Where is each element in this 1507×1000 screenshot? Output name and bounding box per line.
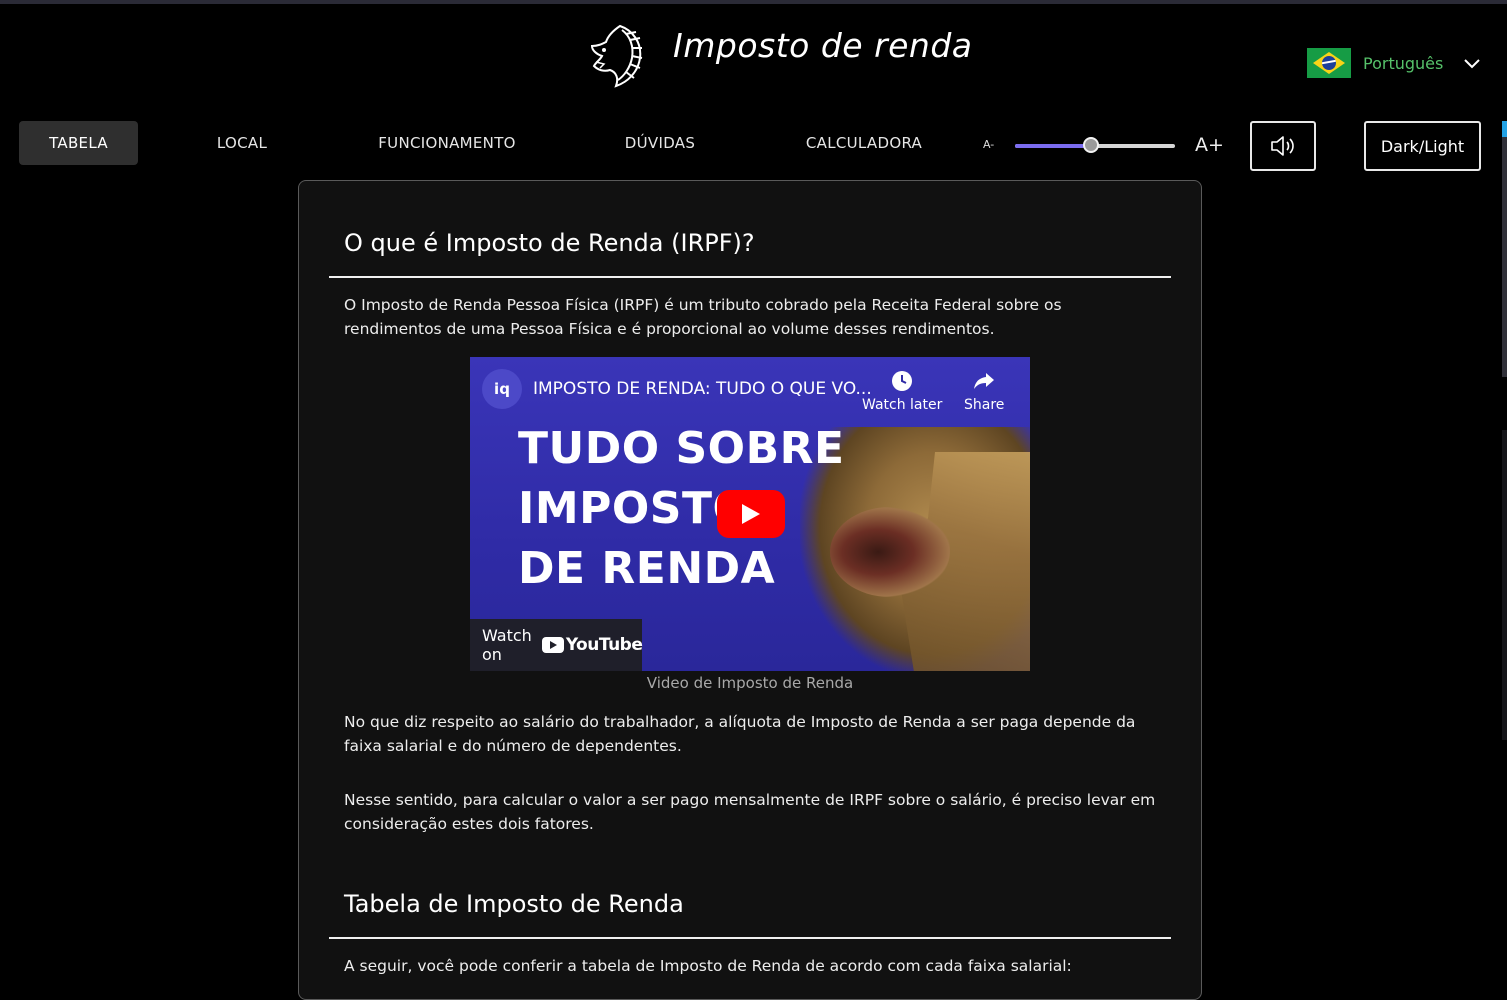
lion-icon <box>590 24 643 88</box>
youtube-video-embed[interactable]: iq IMPOSTO DE RENDA: TUDO O QUE VO... Wa… <box>470 357 1030 671</box>
audio-button[interactable] <box>1250 121 1316 171</box>
nav-tab-funcionamento[interactable]: FUNCIONAMENTO <box>360 121 534 165</box>
channel-avatar[interactable]: iq <box>482 369 522 409</box>
section-divider-2 <box>329 937 1171 939</box>
site-title: Imposto de renda <box>673 26 973 65</box>
youtube-label: YouTube <box>565 635 643 655</box>
scrollbar-track-lower <box>1502 430 1507 740</box>
watch-on-label: Watch on <box>482 626 532 664</box>
section-title-tabela: Tabela de Imposto de Renda <box>344 890 684 918</box>
site-header: Imposto de renda Português <box>0 4 1507 104</box>
font-decrease-label: A- <box>983 138 995 151</box>
section-title-irpf: O que é Imposto de Renda (IRPF)? <box>344 229 755 257</box>
watch-later-button[interactable]: Watch later <box>862 369 942 413</box>
share-icon <box>974 373 995 389</box>
share-label: Share <box>964 397 1005 413</box>
watch-on-youtube-button[interactable]: Watch on YouTube <box>470 619 643 671</box>
watch-later-label: Watch later <box>862 397 943 413</box>
youtube-logo-icon: YouTube <box>541 635 643 655</box>
play-button[interactable] <box>717 490 785 538</box>
thumbnail-text-line2: IMPOSTO <box>518 483 751 534</box>
theme-toggle-button[interactable]: Dark/Light <box>1364 121 1481 171</box>
share-button[interactable]: Share <box>964 369 1004 413</box>
main-navbar: TABELA LOCAL FUNCIONAMENTO DÚVIDAS CALCU… <box>0 121 1507 171</box>
nav-tab-calculadora[interactable]: CALCULADORA <box>790 121 938 165</box>
intro-paragraph: O Imposto de Renda Pessoa Física (IRPF) … <box>344 296 1062 338</box>
thumbnail-text-line1: TUDO SOBRE <box>518 423 845 474</box>
calculation-paragraph: Nesse sentido, para calcular o valor a s… <box>344 791 1156 833</box>
nav-tab-tabela[interactable]: TABELA <box>19 121 138 165</box>
language-selector[interactable]: Português <box>1307 48 1481 78</box>
play-icon <box>742 504 760 524</box>
clock-icon <box>892 371 913 391</box>
table-intro-paragraph: A seguir, você pode conferir a tabela de… <box>344 957 1072 975</box>
speaker-icon <box>1271 136 1294 156</box>
nav-tab-duvidas[interactable]: DÚVIDAS <box>610 121 710 165</box>
font-increase-label: A+ <box>1195 134 1224 156</box>
scrollbar-marker <box>1502 121 1507 137</box>
brazil-flag-icon <box>1307 48 1351 78</box>
salary-paragraph: No que diz respeito ao salário do trabal… <box>344 713 1136 755</box>
video-title[interactable]: IMPOSTO DE RENDA: TUDO O QUE VO... <box>533 379 872 399</box>
chevron-down-icon <box>1464 59 1481 69</box>
font-size-slider-thumb[interactable] <box>1082 137 1099 153</box>
thumbnail-text-line3: DE RENDA <box>518 543 776 594</box>
content-card: O que é Imposto de Renda (IRPF)? O Impos… <box>298 180 1202 1000</box>
language-label: Português <box>1363 53 1444 73</box>
section-divider <box>329 276 1171 278</box>
nav-tab-local[interactable]: LOCAL <box>198 121 286 165</box>
font-size-slider-fill <box>1015 144 1092 148</box>
font-size-slider[interactable] <box>1015 137 1175 154</box>
scrollbar-track[interactable] <box>1502 137 1507 377</box>
thumbnail-lion-mouth <box>830 507 950 597</box>
video-caption: Video de Imposto de Renda <box>646 674 854 692</box>
